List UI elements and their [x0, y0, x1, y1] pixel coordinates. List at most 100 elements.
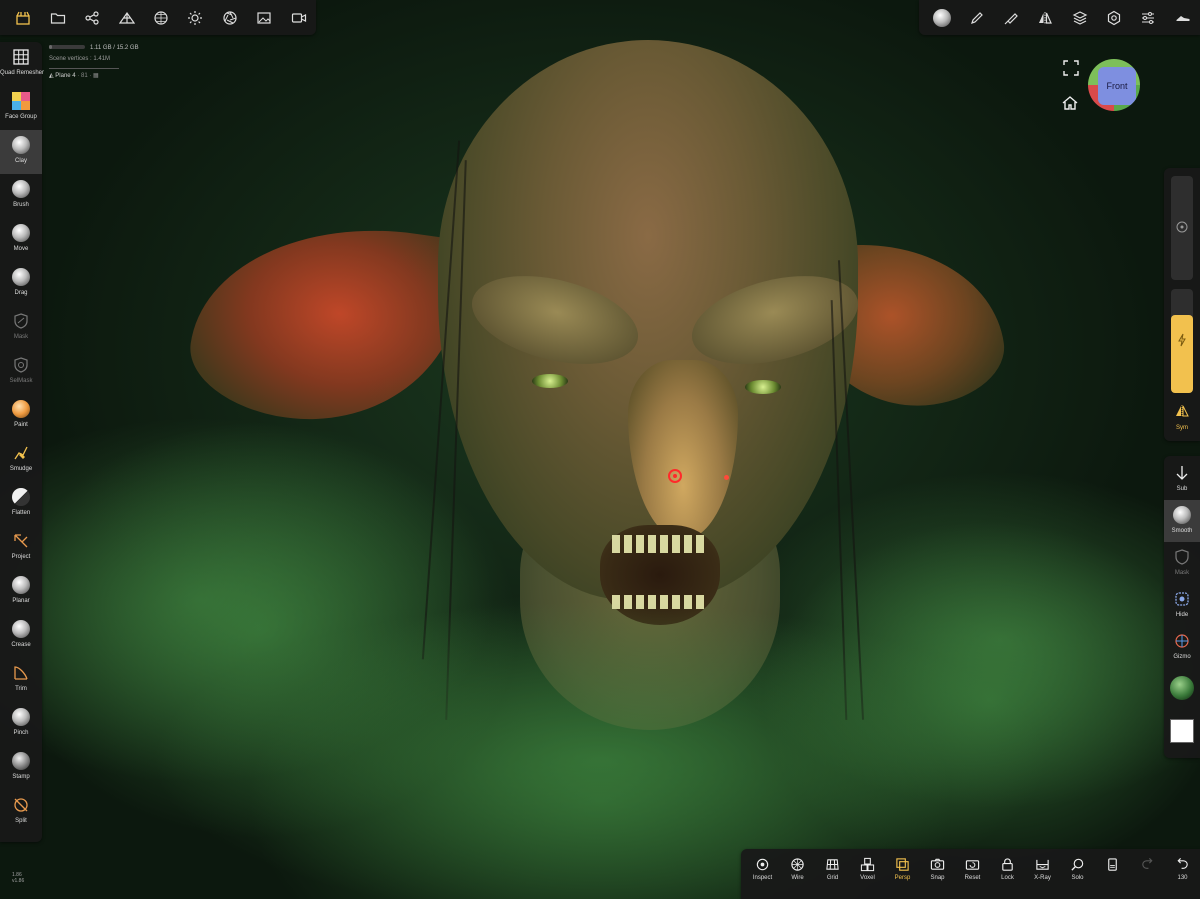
fullscreen-icon[interactable] [1062, 59, 1080, 77]
tool-label: Move [13, 246, 29, 252]
selected-object[interactable]: ◭ Plane 4 · 81 · ▦ [49, 72, 139, 81]
button-label: Wire [791, 875, 804, 881]
smooth-icon [1173, 506, 1191, 524]
planar-sphere-icon [12, 576, 30, 594]
bottom-toolbar: Inspect Wire Grid Voxel Persp Snap Reset… [741, 849, 1200, 899]
selmask-shield-icon [14, 357, 28, 373]
image-icon[interactable] [247, 0, 281, 35]
top-right-toolbar [919, 0, 1200, 35]
tool-stamp[interactable]: Stamp [0, 746, 42, 790]
tool-gizmo[interactable]: Gizmo [1164, 626, 1200, 668]
voxel-button[interactable]: Voxel [850, 849, 885, 899]
inspect-button[interactable]: Inspect [745, 849, 780, 899]
scene-graph-icon[interactable] [75, 0, 109, 35]
scene-icon[interactable] [6, 0, 40, 35]
undo-button[interactable]: 130 [1165, 849, 1200, 899]
material-preview-icon[interactable] [925, 0, 959, 35]
sliders-icon[interactable] [1131, 0, 1165, 35]
xray-button[interactable]: X-Ray [1025, 849, 1060, 899]
tool-label: Mask [13, 334, 29, 340]
tool-selmask[interactable]: SelMask [0, 350, 42, 394]
snap-button[interactable]: Snap [920, 849, 955, 899]
tool-quad-remesher[interactable]: Quad Remesher [0, 42, 44, 86]
goblin-left-ear [182, 204, 468, 440]
color-swatch[interactable] [1170, 719, 1194, 743]
3d-viewport[interactable] [0, 0, 1200, 899]
tool-label: Flatten [11, 510, 31, 516]
radius-slider[interactable] [1171, 176, 1193, 280]
tool-label: Crease [11, 642, 31, 648]
version-info: 1.86 v1.86 [12, 872, 24, 884]
tool-label: Face Group [5, 114, 37, 120]
tool-mask[interactable]: Mask [0, 306, 42, 350]
camera-aperture-icon[interactable] [213, 0, 247, 35]
button-label: Persp [894, 875, 911, 881]
video-icon[interactable] [282, 0, 316, 35]
tool-smudge[interactable]: Smudge [0, 438, 42, 482]
redo-button[interactable] [1130, 849, 1165, 899]
history-button[interactable] [1095, 849, 1130, 899]
layers-icon[interactable] [1063, 0, 1097, 35]
tool-crease[interactable]: Crease [0, 614, 42, 658]
grid-button[interactable]: Grid [815, 849, 850, 899]
tool-split[interactable]: Split [0, 790, 42, 834]
tool-paint[interactable]: Paint [0, 394, 42, 438]
tool-smooth[interactable]: Smooth [1164, 500, 1200, 542]
tool-label: Stamp [12, 774, 30, 780]
tool-sub[interactable]: Sub [1164, 458, 1200, 500]
tool-trim[interactable]: Trim [0, 658, 42, 702]
tool-mask-quick[interactable]: Mask [1164, 542, 1200, 584]
button-label: Solo [1071, 875, 1084, 881]
solo-button[interactable]: Solo [1060, 849, 1095, 899]
topology-icon[interactable] [109, 0, 143, 35]
persp-button[interactable]: Persp [885, 849, 920, 899]
settings-gear-icon[interactable] [1097, 0, 1131, 35]
tool-label: Pinch [13, 730, 29, 736]
view-cube[interactable]: Front [1088, 59, 1140, 111]
stroke-icon[interactable] [994, 0, 1028, 35]
button-label: Grid [826, 875, 839, 881]
folder-icon[interactable] [40, 0, 74, 35]
reset-button[interactable]: Reset [955, 849, 990, 899]
tool-label: Brush [13, 202, 29, 208]
button-label: Voxel [860, 875, 875, 881]
tool-planar[interactable]: Planar [0, 570, 42, 614]
persp-icon [896, 858, 909, 871]
view-cube-front: Front [1098, 67, 1136, 105]
brush-cursor [668, 469, 682, 483]
tool-brush[interactable]: Brush [0, 174, 42, 218]
tool-face-group[interactable]: Face Group [0, 86, 42, 130]
material-ball-icon[interactable] [1170, 676, 1194, 700]
tool-label: Sub [1176, 486, 1188, 492]
intensity-slider[interactable] [1171, 289, 1193, 393]
tool-drag[interactable]: Drag [0, 262, 42, 306]
tool-label: Split [15, 818, 27, 824]
split-icon [14, 798, 28, 812]
tool-label: Mask [1174, 570, 1190, 576]
tool-label: Project [11, 554, 31, 560]
shoe-icon[interactable] [1166, 0, 1200, 35]
brush-pencil-icon[interactable] [959, 0, 993, 35]
tool-project[interactable]: Project [0, 526, 42, 570]
symmetry-icon[interactable] [1028, 0, 1062, 35]
project-icon [14, 534, 28, 548]
tool-flatten[interactable]: Flatten [0, 482, 42, 526]
tool-move[interactable]: Move [0, 218, 42, 262]
button-label: Snap [930, 875, 945, 881]
wire-button[interactable]: Wire [780, 849, 815, 899]
goblin-upper-teeth [612, 535, 708, 553]
memory-bar-fill [49, 45, 52, 50]
vertex-count: Scene vertices : 1.41M [49, 56, 111, 62]
tool-clay[interactable]: Clay [0, 130, 42, 174]
symmetry-icon[interactable] [1174, 404, 1190, 418]
home-icon[interactable] [1061, 94, 1079, 112]
symmetry-cursor [724, 475, 729, 480]
clay-sphere-icon [12, 136, 30, 154]
light-icon[interactable] [178, 0, 212, 35]
symmetry-label: Sym [1176, 425, 1188, 431]
tool-hide[interactable]: Hide [1164, 584, 1200, 626]
tool-label: Smooth [1171, 528, 1193, 534]
material-sphere-icon[interactable] [144, 0, 178, 35]
lock-button[interactable]: Lock [990, 849, 1025, 899]
tool-pinch[interactable]: Pinch [0, 702, 42, 746]
